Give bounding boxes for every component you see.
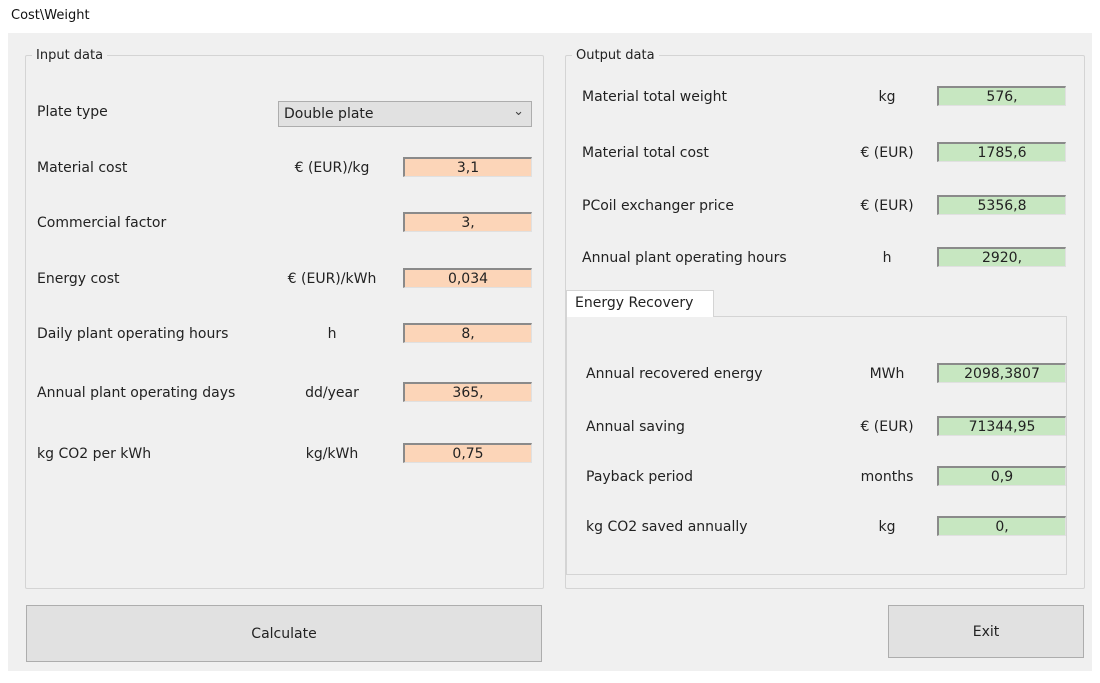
recovered-energy-output[interactable]: [937, 363, 1066, 383]
recovered-energy-label: Annual recovered energy: [586, 366, 763, 382]
co2-saved-output[interactable]: [937, 516, 1066, 536]
chevron-down-icon: ⌄: [513, 104, 524, 119]
co2-per-kwh-unit: kg/kWh: [305, 446, 359, 462]
annual-saving-row: Annual saving € (EUR): [576, 416, 1072, 438]
total-cost-unit: € (EUR): [860, 145, 914, 161]
plate-type-selected: Double plate: [284, 106, 374, 122]
total-weight-unit: kg: [878, 89, 896, 105]
window-title: Cost\Weight: [11, 8, 90, 23]
material-cost-row: Material cost € (EUR)/kg: [27, 157, 540, 179]
input-data-legend: Input data: [36, 48, 104, 63]
annual-hours-output[interactable]: [937, 247, 1066, 267]
material-cost-label: Material cost: [37, 160, 128, 176]
total-cost-row: Material total cost € (EUR): [572, 142, 1072, 164]
calculate-button[interactable]: Calculate: [26, 605, 542, 662]
annual-saving-unit: € (EUR): [860, 419, 914, 435]
output-data-legend: Output data: [576, 48, 655, 63]
plate-type-row: Plate type Double plate ⌄: [27, 101, 540, 127]
annual-saving-label: Annual saving: [586, 419, 685, 435]
plate-type-select[interactable]: Double plate ⌄: [278, 101, 532, 127]
daily-hours-row: Daily plant operating hours h: [27, 323, 540, 345]
energy-cost-unit: € (EUR)/kWh: [287, 271, 377, 287]
total-weight-output[interactable]: [937, 86, 1066, 106]
annual-days-label: Annual plant operating days: [37, 385, 236, 401]
energy-cost-label: Energy cost: [37, 271, 120, 287]
annual-days-unit: dd/year: [305, 385, 359, 401]
recovered-energy-unit: MWh: [869, 366, 905, 382]
plate-type-label: Plate type: [37, 104, 108, 120]
payback-period-label: Payback period: [586, 469, 693, 485]
total-weight-label: Material total weight: [582, 89, 727, 105]
payback-period-row: Payback period months: [576, 466, 1072, 488]
annual-hours-row: Annual plant operating hours h: [572, 247, 1072, 269]
annual-saving-output[interactable]: [937, 416, 1066, 436]
daily-hours-unit: h: [327, 326, 337, 342]
payback-period-output[interactable]: [937, 466, 1066, 486]
annual-hours-label: Annual plant operating hours: [582, 250, 787, 266]
commercial-factor-input[interactable]: [403, 212, 532, 232]
co2-saved-row: kg CO2 saved annually kg: [576, 516, 1072, 538]
exit-button[interactable]: Exit: [888, 605, 1084, 658]
exchanger-price-row: PCoil exchanger price € (EUR): [572, 195, 1072, 217]
co2-saved-label: kg CO2 saved annually: [586, 519, 748, 535]
total-cost-output[interactable]: [937, 142, 1066, 162]
annual-hours-unit: h: [882, 250, 892, 266]
co2-per-kwh-input[interactable]: [403, 443, 532, 463]
total-weight-row: Material total weight kg: [572, 86, 1072, 108]
exchanger-price-label: PCoil exchanger price: [582, 198, 734, 214]
material-cost-input[interactable]: [403, 157, 532, 177]
annual-days-row: Annual plant operating days dd/year: [27, 382, 540, 404]
commercial-factor-label: Commercial factor: [37, 215, 167, 231]
recovered-energy-row: Annual recovered energy MWh: [576, 363, 1072, 385]
payback-period-unit: months: [860, 469, 914, 485]
commercial-factor-row: Commercial factor: [27, 212, 540, 234]
co2-per-kwh-row: kg CO2 per kWh kg/kWh: [27, 443, 540, 465]
annual-days-input[interactable]: [403, 382, 532, 402]
daily-hours-input[interactable]: [403, 323, 532, 343]
exchanger-price-output[interactable]: [937, 195, 1066, 215]
daily-hours-label: Daily plant operating hours: [37, 326, 229, 342]
co2-saved-unit: kg: [878, 519, 896, 535]
energy-cost-row: Energy cost € (EUR)/kWh: [27, 268, 540, 290]
tab-energy-recovery[interactable]: Energy Recovery: [566, 290, 714, 317]
total-cost-label: Material total cost: [582, 145, 709, 161]
energy-cost-input[interactable]: [403, 268, 532, 288]
material-cost-unit: € (EUR)/kg: [294, 160, 370, 176]
co2-per-kwh-label: kg CO2 per kWh: [37, 446, 152, 462]
tab-energy-recovery-label: Energy Recovery: [575, 295, 694, 311]
exchanger-price-unit: € (EUR): [860, 198, 914, 214]
input-data-group: Input data: [25, 48, 544, 589]
